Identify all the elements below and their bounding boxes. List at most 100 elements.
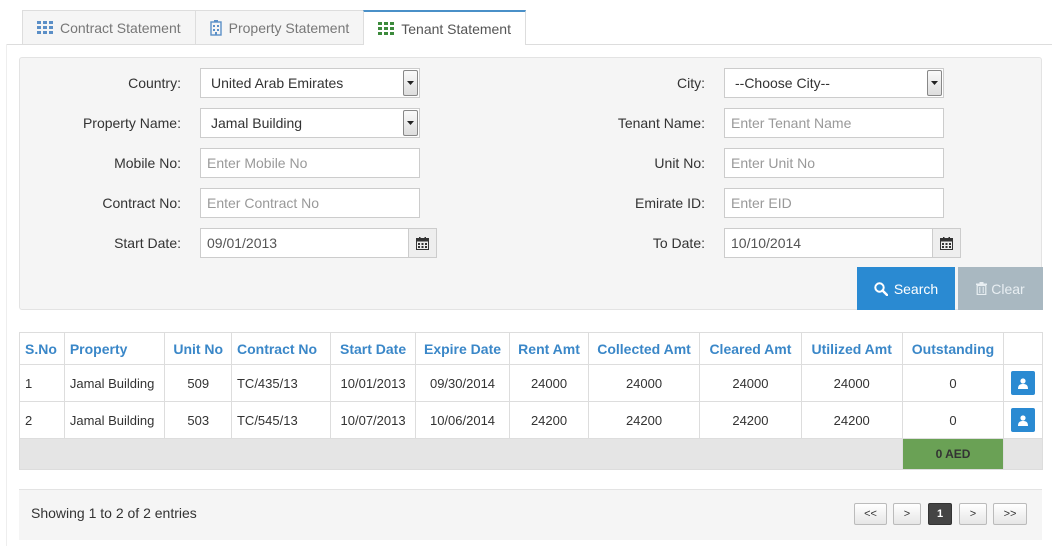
cell-sno: 1: [19, 364, 65, 402]
cell-property: Jamal Building: [63, 364, 166, 402]
table-row: 1 Jamal Building 509 TC/435/13 10/01/201…: [19, 364, 1043, 402]
page-1-button[interactable]: 1: [928, 503, 952, 525]
prev-page-button[interactable]: >: [893, 503, 921, 525]
col-sno: S.No: [19, 332, 65, 365]
user-icon: [1018, 414, 1029, 426]
user-icon: [1018, 377, 1029, 389]
mobile-no-label: Mobile No:: [114, 155, 181, 171]
col-cleared-amt: Cleared Amt: [699, 332, 802, 365]
property-value: Jamal Building: [211, 115, 303, 131]
content-border: [6, 44, 7, 546]
cell-expire-date: 10/06/2014: [414, 401, 511, 439]
search-label: Search: [893, 280, 939, 297]
cell-start-date: 10/07/2013: [330, 401, 416, 439]
clear-button[interactable]: Clear: [958, 267, 1043, 310]
search-button[interactable]: Search: [857, 267, 955, 310]
tab-label: Contract Statement: [60, 19, 181, 36]
trash-icon: [976, 282, 988, 295]
cell-cleared-amt: 24200: [699, 401, 802, 439]
calendar-icon[interactable]: [933, 228, 961, 258]
cell-unit-no: 509: [164, 364, 232, 402]
grid-icon: [378, 21, 395, 36]
tab-label: Property Statement: [228, 19, 350, 36]
emirate-id-input[interactable]: Enter EID: [724, 188, 944, 218]
filter-panel: Country: United Arab Emirates City: --Ch…: [19, 57, 1043, 310]
country-label: Country:: [128, 75, 181, 91]
table-total-row: 0 AED: [19, 438, 1043, 470]
start-date-label: Start Date:: [114, 235, 181, 251]
city-label: City:: [677, 75, 705, 91]
first-page-button[interactable]: <<: [854, 503, 887, 525]
table-header-row: S.No Property Unit No Contract No Start …: [19, 332, 1043, 365]
cell-expire-date: 09/30/2014: [414, 364, 511, 402]
start-date-input[interactable]: 09/01/2013: [200, 228, 409, 258]
cell-unit-no: 503: [164, 401, 232, 439]
caret-down-icon[interactable]: [403, 110, 418, 136]
contract-no-input[interactable]: Enter Contract No: [200, 188, 420, 218]
search-icon: [874, 281, 888, 296]
emirate-id-label: Emirate ID:: [634, 195, 705, 211]
tenant-statement-table: S.No Property Unit No Contract No Start …: [19, 332, 1043, 470]
cell-utilized-amt: 24000: [800, 364, 903, 402]
tab-divider: [6, 44, 1052, 45]
caret-down-icon[interactable]: [403, 70, 418, 96]
building-icon: [209, 19, 222, 36]
unit-no-input[interactable]: Enter Unit No: [724, 148, 944, 178]
col-unit-no: Unit No: [164, 332, 232, 365]
cell-contract-no: TC/545/13: [230, 401, 332, 439]
entries-info: Showing 1 to 2 of 2 entries: [31, 505, 197, 521]
cell-outstanding: 0: [901, 364, 1005, 402]
tab-bar: Contract Statement Property Statement Te…: [22, 10, 526, 45]
property-name-select[interactable]: Jamal Building: [200, 108, 420, 138]
city-value: --Choose City--: [735, 75, 830, 91]
country-select[interactable]: United Arab Emirates: [200, 68, 420, 98]
total-outstanding: 0 AED: [901, 438, 1005, 470]
contract-no-label: Contract No:: [102, 195, 181, 211]
col-property: Property: [63, 332, 166, 365]
cell-contract-no: TC/435/13: [230, 364, 332, 402]
tenant-name-label: Tenant Name:: [617, 115, 705, 131]
total-filler-end: [1003, 438, 1043, 470]
calendar-icon[interactable]: [409, 228, 437, 258]
col-start-date: Start Date: [330, 332, 416, 365]
city-select[interactable]: --Choose City--: [724, 68, 944, 98]
tab-label: Tenant Statement: [401, 20, 511, 37]
col-contract-no: Contract No: [230, 332, 332, 365]
grid-icon: [37, 20, 53, 35]
view-tenant-button[interactable]: [1011, 408, 1036, 432]
last-page-button[interactable]: >>: [993, 503, 1027, 525]
cell-rent-amt: 24000: [509, 364, 589, 402]
cell-property: Jamal Building: [63, 401, 166, 439]
cell-action: [1003, 364, 1043, 402]
caret-down-icon[interactable]: [927, 70, 942, 96]
cell-utilized-amt: 24200: [800, 401, 903, 439]
cell-collected-amt: 24200: [587, 401, 701, 439]
table-footer: Showing 1 to 2 of 2 entries << > 1 > >>: [19, 489, 1042, 540]
cell-rent-amt: 24200: [509, 401, 589, 439]
tab-tenant-statement[interactable]: Tenant Statement: [363, 10, 526, 45]
col-outstanding: Outstanding: [901, 332, 1005, 365]
cell-action: [1003, 401, 1043, 439]
cell-sno: 2: [19, 401, 65, 439]
table-row: 2 Jamal Building 503 TC/545/13 10/07/201…: [19, 401, 1043, 439]
to-date-label: To Date:: [652, 235, 705, 251]
cell-start-date: 10/01/2013: [330, 364, 416, 402]
col-utilized-amt: Utilized Amt: [800, 332, 903, 365]
col-action: [1003, 332, 1043, 365]
unit-no-label: Unit No:: [654, 155, 705, 171]
to-date-input[interactable]: 10/10/2014: [724, 228, 933, 258]
tenant-name-input[interactable]: Enter Tenant Name: [724, 108, 944, 138]
col-rent-amt: Rent Amt: [509, 332, 589, 365]
country-value: United Arab Emirates: [211, 75, 344, 91]
cell-outstanding: 0: [901, 401, 1005, 439]
tab-contract-statement[interactable]: Contract Statement: [22, 10, 196, 44]
mobile-no-input[interactable]: Enter Mobile No: [200, 148, 420, 178]
tab-property-statement[interactable]: Property Statement: [194, 10, 365, 44]
col-expire-date: Expire Date: [414, 332, 511, 365]
next-page-button[interactable]: >: [959, 503, 987, 525]
cell-collected-amt: 24000: [587, 364, 701, 402]
property-name-label: Property Name:: [82, 115, 181, 131]
total-filler: [19, 438, 903, 470]
col-collected-amt: Collected Amt: [587, 332, 701, 365]
view-tenant-button[interactable]: [1011, 371, 1036, 395]
